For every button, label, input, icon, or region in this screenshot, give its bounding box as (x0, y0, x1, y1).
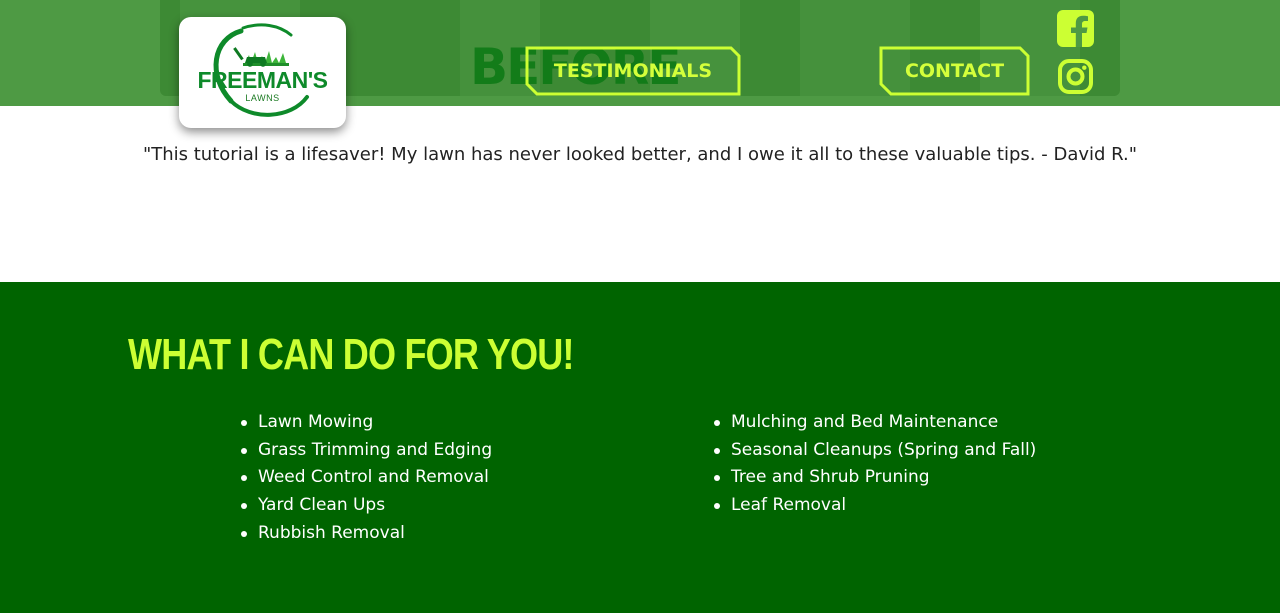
nav-contact-button[interactable]: CONTACT (879, 46, 1030, 96)
instagram-icon[interactable] (1057, 58, 1094, 95)
service-item: Rubbish Removal (240, 523, 492, 551)
nav-testimonials-button[interactable]: TESTIMONIALS (525, 46, 741, 96)
testimonial-quote: "This tutorial is a lifesaver! My lawn h… (142, 144, 1138, 165)
service-item: Mulching and Bed Maintenance (713, 412, 1036, 440)
site-logo[interactable]: FREEMAN'S LAWNS (179, 17, 346, 128)
service-item: Leaf Removal (713, 495, 1036, 523)
logo-brand-name: FREEMAN'S (197, 67, 328, 93)
nav-contact-label: CONTACT (904, 60, 1005, 82)
services-section: WHAT I CAN DO FOR YOU! Lawn Mowing Grass… (0, 282, 1280, 613)
service-item: Weed Control and Removal (240, 467, 492, 495)
service-item: Seasonal Cleanups (Spring and Fall) (713, 440, 1036, 468)
logo-brand-sub: LAWNS (245, 93, 280, 103)
nav-testimonials-label: TESTIMONIALS (553, 60, 713, 82)
services-list-left: Lawn Mowing Grass Trimming and Edging We… (240, 412, 492, 550)
services-list-right: Mulching and Bed Maintenance Seasonal Cl… (713, 412, 1036, 523)
service-item: Tree and Shrub Pruning (713, 467, 1036, 495)
service-item: Yard Clean Ups (240, 495, 492, 523)
facebook-icon[interactable] (1057, 10, 1094, 47)
service-item: Grass Trimming and Edging (240, 440, 492, 468)
service-item: Lawn Mowing (240, 412, 492, 440)
services-title: WHAT I CAN DO FOR YOU! (128, 330, 574, 379)
